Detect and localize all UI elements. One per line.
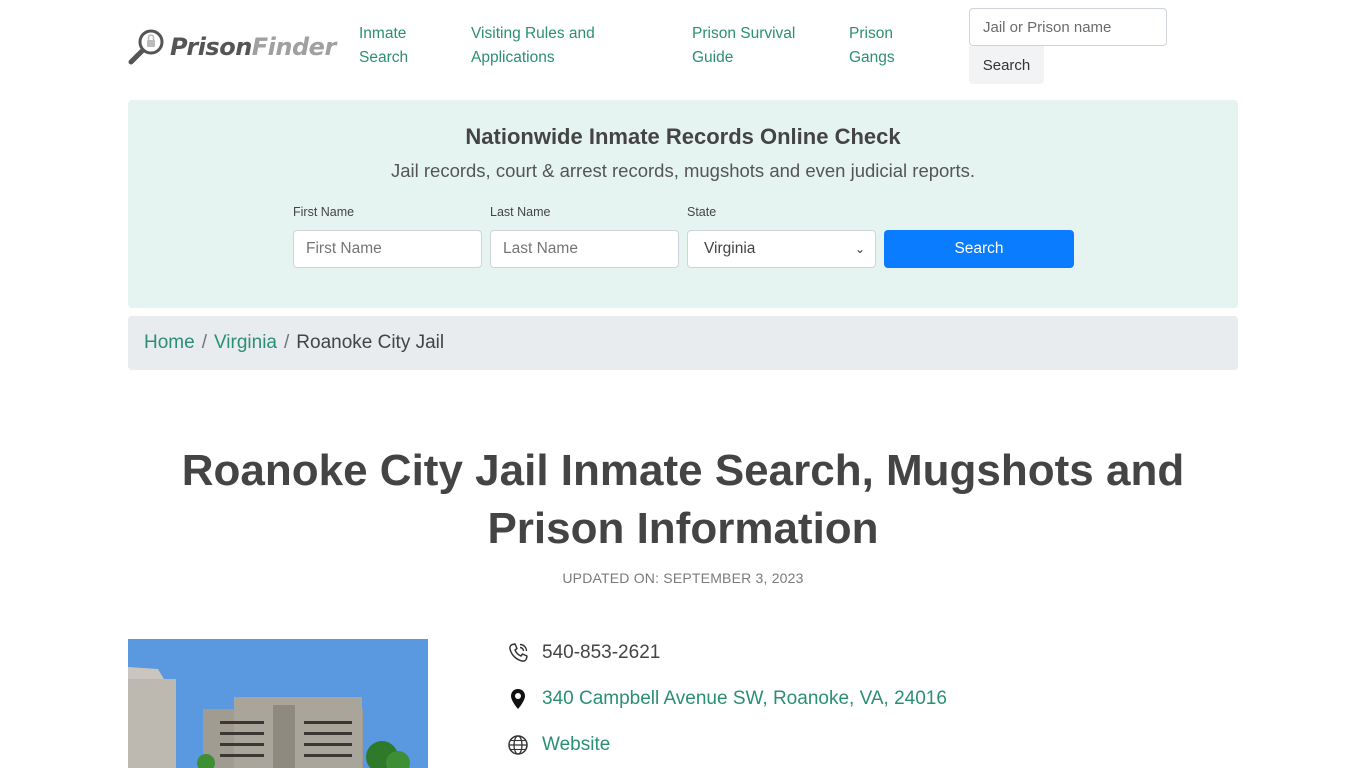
header-search-button[interactable]: Search xyxy=(969,46,1044,84)
phone-icon xyxy=(509,643,528,662)
website-row: Website xyxy=(506,733,610,757)
breadcrumb-state[interactable]: Virginia xyxy=(214,332,277,354)
last-name-input[interactable] xyxy=(490,230,679,268)
nav-visiting-rules[interactable]: Visiting Rules and Applications xyxy=(471,22,621,70)
jail-building-photo xyxy=(128,639,428,768)
breadcrumb-home[interactable]: Home xyxy=(144,332,195,354)
website-link[interactable]: Website xyxy=(542,734,610,756)
state-select-value: Virginia xyxy=(704,240,756,257)
breadcrumb-separator: / xyxy=(284,332,290,353)
jail-building-image xyxy=(128,639,428,768)
state-label: State xyxy=(687,205,717,219)
last-name-label: Last Name xyxy=(490,205,551,219)
breadcrumb-current: Roanoke City Jail xyxy=(296,332,445,353)
site-header: PrisonFinder Inmate Search Visiting Rule… xyxy=(0,0,1366,96)
globe-icon xyxy=(508,735,528,755)
address-link[interactable]: 340 Campbell Avenue SW, Roanoke, VA, 240… xyxy=(542,688,947,710)
inmate-records-panel: Nationwide Inmate Records Online Check J… xyxy=(128,100,1238,308)
chevron-down-icon: ⌄ xyxy=(854,242,865,256)
address-row: 340 Campbell Avenue SW, Roanoke, VA, 240… xyxy=(506,687,947,711)
breadcrumb: Home / Virginia / Roanoke City Jail xyxy=(128,316,1238,370)
promo-title: Nationwide Inmate Records Online Check xyxy=(465,124,901,149)
promo-subtitle: Jail records, court & arrest records, mu… xyxy=(390,160,976,181)
nav-prison-gangs[interactable]: Prison Gangs xyxy=(849,22,919,70)
prisonfinder-logo[interactable]: PrisonFinder xyxy=(128,26,338,68)
first-name-label: First Name xyxy=(293,205,355,219)
map-pin-icon xyxy=(511,689,525,709)
state-select[interactable]: Virginia ⌄ xyxy=(687,230,876,268)
logo-text-part1: Prison xyxy=(170,33,252,61)
records-search-button[interactable]: Search xyxy=(884,230,1074,268)
nav-prison-survival-guide[interactable]: Prison Survival Guide xyxy=(692,22,812,70)
magnifier-lock-icon xyxy=(128,29,164,65)
nav-inmate-search[interactable]: Inmate Search xyxy=(359,22,429,70)
logo-text: PrisonFinder xyxy=(170,33,336,61)
updated-date: UPDATED ON: SEPTEMBER 3, 2023 xyxy=(562,570,804,586)
phone-row: 540-853-2621 xyxy=(506,641,660,665)
prison-name-search-input[interactable] xyxy=(969,8,1167,46)
phone-number: 540-853-2621 xyxy=(542,642,661,663)
logo-text-part2: Finder xyxy=(251,33,337,61)
breadcrumb-separator: / xyxy=(201,332,207,353)
page-title: Roanoke City Jail Inmate Search, Mugshot… xyxy=(181,446,1185,553)
first-name-input[interactable] xyxy=(293,230,482,268)
